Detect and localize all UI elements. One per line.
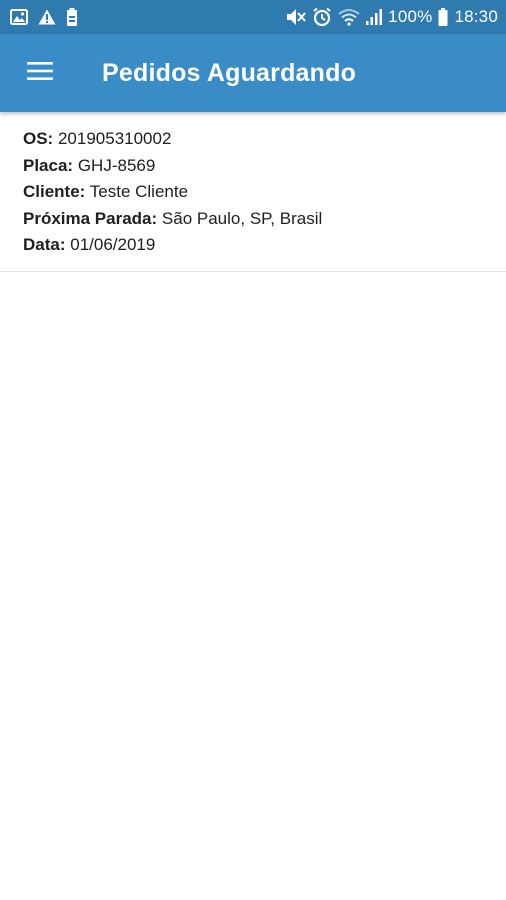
- os-value: 201905310002: [57, 129, 172, 148]
- image-icon: [10, 9, 28, 25]
- alarm-icon: [312, 7, 332, 27]
- battery-icon: [438, 8, 448, 26]
- app-bar: Pedidos Aguardando: [0, 34, 506, 112]
- battery-saver-icon: [66, 8, 78, 26]
- order-cliente: Cliente: Teste Cliente: [23, 179, 483, 206]
- placa-value: GHJ-8569: [77, 155, 156, 175]
- signal-icon: [366, 9, 383, 25]
- order-data: Data: 01/06/2019: [23, 232, 483, 259]
- placa-label: Placa:: [23, 155, 74, 175]
- page-title: Pedidos Aguardando: [102, 58, 357, 87]
- clock-time: 18:30: [454, 7, 498, 26]
- status-bar: 100% 18:30: [0, 0, 506, 34]
- parada-label: Próxima Parada:: [23, 208, 158, 228]
- status-right-icons: 100% 18:30: [286, 7, 498, 27]
- os-label: OS:: [23, 129, 54, 148]
- order-list: OS: 201905310002 Placa: GHJ-8569 Cliente…: [0, 112, 506, 272]
- wifi-icon: [338, 8, 360, 26]
- hamburger-menu-icon: [27, 61, 53, 86]
- order-proxima-parada: Próxima Parada: São Paulo, SP, Brasil: [23, 206, 483, 233]
- parada-value: São Paulo, SP, Brasil: [161, 208, 323, 228]
- cliente-value: Teste Cliente: [89, 182, 189, 201]
- warning-icon: [38, 9, 56, 25]
- order-placa: Placa: GHJ-8569: [23, 153, 483, 180]
- order-os: OS: 201905310002: [23, 126, 483, 153]
- battery-percent: 100%: [388, 7, 433, 26]
- menu-button[interactable]: [20, 53, 60, 93]
- order-card[interactable]: OS: 201905310002 Placa: GHJ-8569 Cliente…: [0, 112, 506, 272]
- mute-icon: [286, 8, 306, 26]
- data-label: Data:: [23, 235, 66, 254]
- cliente-label: Cliente:: [23, 182, 86, 201]
- status-left-icons: [10, 8, 78, 26]
- data-value: 01/06/2019: [70, 235, 156, 254]
